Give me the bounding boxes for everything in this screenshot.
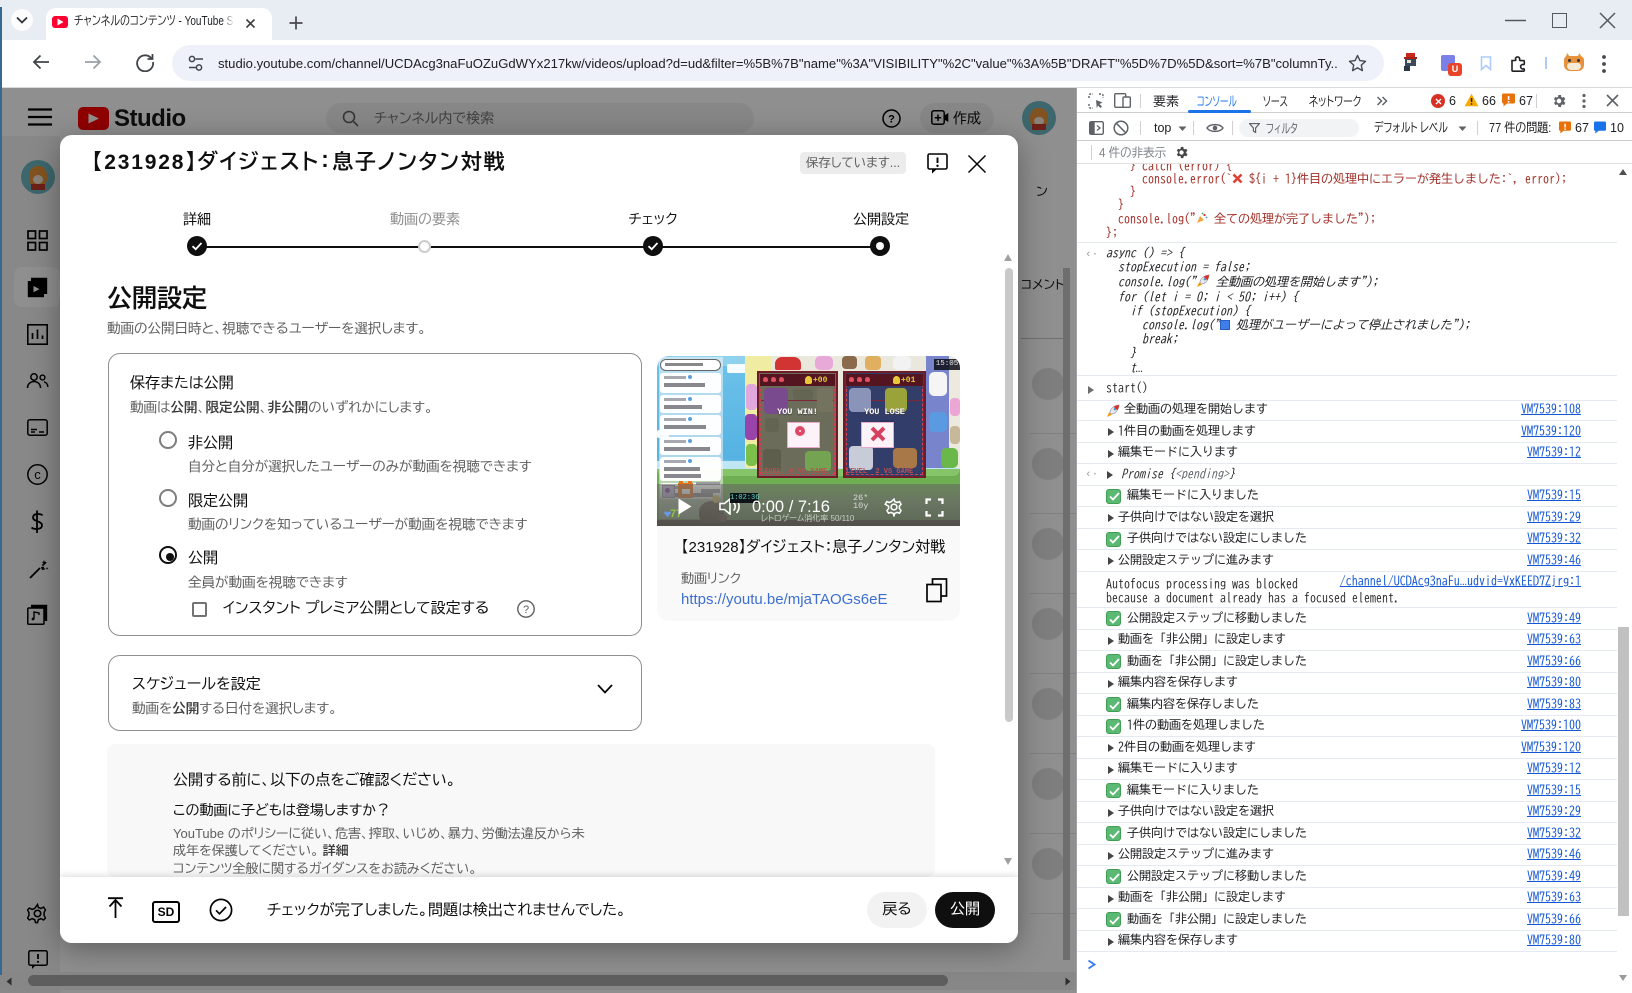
svg-text:?: ?: [523, 604, 529, 616]
